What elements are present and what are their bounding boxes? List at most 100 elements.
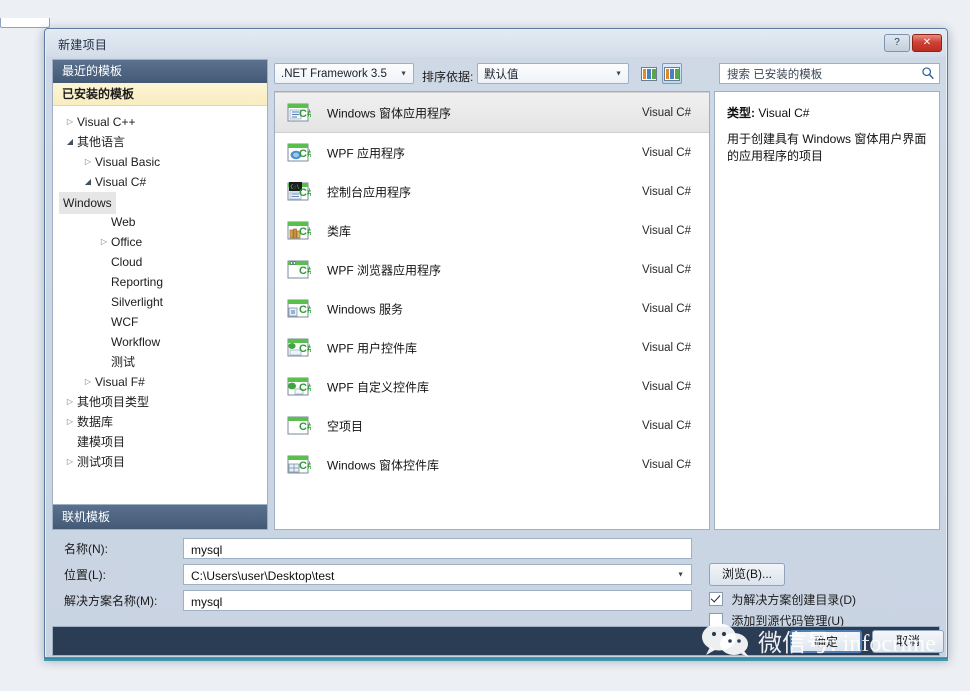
sidebar-header-installed-templates[interactable]: 已安装的模板 (53, 83, 267, 106)
cancel-button[interactable]: 取消 (872, 630, 944, 653)
template-name: Windows 服务 (327, 302, 404, 316)
tree-item-label: WCF (111, 315, 139, 329)
tree-item-label: 数据库 (77, 415, 114, 429)
template-list-item[interactable]: C# Windows 窗体应用程序 Visual C# (275, 92, 709, 133)
template-list-item[interactable]: C:\ C# 控制台应用程序 Visual C# (275, 172, 709, 211)
help-button[interactable]: ? (884, 34, 910, 52)
tree-item[interactable]: ▷ Visual F# (53, 372, 267, 392)
wpf-customctrl-icon: C# (287, 375, 313, 399)
template-list-item[interactable]: C# WPF 用户控件库 Visual C# (275, 328, 709, 367)
chevron-collapsed-icon[interactable]: ▷ (83, 152, 93, 172)
svg-text:C#: C# (299, 187, 311, 199)
tree-item[interactable]: 测试 (53, 352, 267, 372)
desktop-top-strip (0, 0, 970, 18)
template-language: Visual C# (641, 185, 691, 198)
class-library-icon: C# (287, 219, 313, 243)
template-list-item[interactable]: C# WPF 浏览器应用程序 Visual C# (275, 250, 709, 289)
tree-item[interactable]: Workflow (53, 332, 267, 352)
svg-text:C#: C# (299, 421, 311, 433)
svg-text:C#: C# (299, 148, 311, 160)
search-icon[interactable] (921, 66, 935, 80)
template-name: 类库 (327, 224, 352, 238)
tree-item[interactable]: Silverlight (53, 292, 267, 312)
tree-item[interactable]: ▷ 测试项目 (53, 452, 267, 472)
template-name: 空项目 (327, 419, 364, 433)
winforms-app-icon: C# (287, 101, 313, 125)
tree-item[interactable]: Reporting (53, 272, 267, 292)
chevron-collapsed-icon[interactable]: ▷ (99, 232, 109, 252)
chevron-expanded-icon[interactable]: ◢ (65, 132, 75, 152)
name-label: 名称(N): (64, 542, 108, 556)
tree-item-label: Windows (59, 192, 116, 214)
sort-by-dropdown[interactable]: 默认值 ▼ (477, 63, 629, 84)
close-icon[interactable]: ✕ (912, 34, 942, 52)
chevron-down-icon[interactable]: ▼ (677, 571, 684, 578)
template-language: Visual C# (641, 302, 691, 315)
name-field[interactable] (183, 538, 692, 560)
tree-item[interactable]: ▷ 数据库 (53, 412, 267, 432)
template-list-item[interactable]: C# WPF 自定义控件库 Visual C# (275, 367, 709, 406)
tree-item[interactable]: ◢ 其他语言 (53, 132, 267, 152)
wpf-browser-icon: C# (287, 258, 313, 282)
chevron-collapsed-icon[interactable]: ▷ (65, 412, 75, 432)
ok-button[interactable]: 确定 (790, 630, 862, 653)
framework-version-dropdown[interactable]: .NET Framework 3.5 ▼ (274, 63, 414, 84)
name-input[interactable] (189, 539, 675, 560)
tree-item[interactable]: Cloud (53, 252, 267, 272)
template-description-pane: 类型: Visual C# 用于创建具有 Windows 窗体用户界面的应用程序… (714, 91, 940, 530)
tree-item-label: Reporting (111, 275, 164, 289)
chevron-collapsed-icon[interactable]: ▷ (83, 372, 93, 392)
svg-text:C#: C# (299, 265, 311, 277)
location-field[interactable]: ▼ (183, 564, 692, 586)
chevron-collapsed-icon[interactable]: ▷ (65, 112, 75, 132)
small-icons-view-button[interactable] (639, 63, 659, 84)
chevron-expanded-icon[interactable]: ◢ (83, 172, 93, 192)
solution-name-input[interactable] (189, 591, 675, 612)
svg-text:C#: C# (299, 343, 311, 355)
tree-item-label: Visual C++ (77, 115, 136, 129)
chevron-collapsed-icon[interactable]: ▷ (65, 452, 75, 472)
tree-item[interactable]: Web (53, 212, 267, 232)
search-input[interactable] (725, 64, 914, 85)
empty-project-icon: C# (287, 414, 313, 438)
location-input[interactable] (189, 565, 675, 586)
browse-button[interactable]: 浏览(B)... (709, 563, 785, 586)
medium-icons-view-button[interactable] (662, 63, 682, 84)
tree-item[interactable]: ◢ Visual C# (53, 172, 267, 192)
template-list-item[interactable]: C# 空项目 Visual C# (275, 406, 709, 445)
sidebar-header-recent-templates[interactable]: 最近的模板 (53, 60, 267, 83)
tree-item[interactable]: ▷ Visual C++ (53, 112, 267, 132)
solution-name-field[interactable] (183, 590, 692, 612)
description-type-value: Visual C# (758, 106, 810, 120)
tree-item[interactable]: ▷ Office (53, 232, 267, 252)
template-name: Windows 窗体控件库 (327, 458, 440, 472)
chevron-collapsed-icon[interactable]: ▷ (65, 392, 75, 412)
svg-text:C#: C# (299, 304, 311, 316)
tree-item[interactable]: ▷ 其他项目类型 (53, 392, 267, 412)
create-directory-checkbox-row[interactable]: 为解决方案创建目录(D) (709, 591, 856, 608)
sidebar-header-online-templates[interactable]: 联机模板 (52, 505, 268, 530)
wpf-usercontrol-icon: C# (287, 336, 313, 360)
solution-name-label: 解决方案名称(M): (64, 594, 158, 608)
dialog-titlebar[interactable]: 新建项目 ? ✕ (46, 30, 946, 57)
add-to-source-control-checkbox[interactable] (709, 613, 723, 627)
svg-text:C#: C# (299, 226, 311, 238)
template-list[interactable]: C# Windows 窗体应用程序 Visual C# C# WPF 应用程序 Visu… (274, 91, 710, 530)
template-language: Visual C# (641, 458, 691, 471)
tree-item[interactable]: WCF (53, 312, 267, 332)
svg-text:C#: C# (299, 108, 311, 120)
tree-item[interactable]: ▷ Visual Basic (53, 152, 267, 172)
template-language: Visual C# (641, 146, 691, 159)
template-list-item[interactable]: C# Windows 窗体控件库 Visual C# (275, 445, 709, 484)
chevron-down-icon: ▼ (400, 70, 407, 77)
tree-item[interactable]: Windows (53, 192, 267, 214)
template-list-item[interactable]: C# WPF 应用程序 Visual C# (275, 133, 709, 172)
template-list-item[interactable]: C# 类库 Visual C# (275, 211, 709, 250)
svg-text:C#: C# (299, 382, 311, 394)
create-directory-checkbox[interactable] (709, 592, 723, 606)
tree-item-label: Cloud (111, 255, 143, 269)
search-box[interactable] (719, 63, 940, 85)
template-list-item[interactable]: C# Windows 服务 Visual C# (275, 289, 709, 328)
tree-item-label: 其他项目类型 (77, 395, 150, 409)
tree-item[interactable]: 建模项目 (53, 432, 267, 452)
